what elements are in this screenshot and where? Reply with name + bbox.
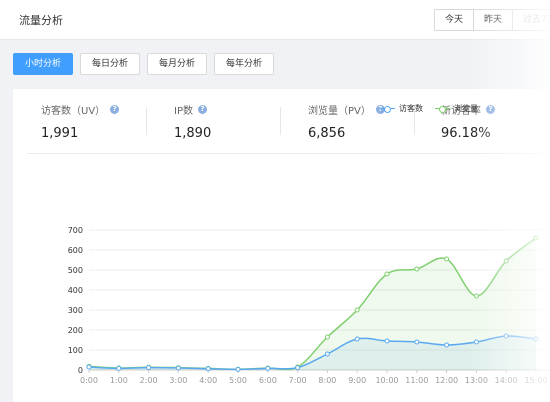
x-tick-label: 8:00 <box>318 376 336 385</box>
x-tick-label: 2:00 <box>140 376 158 385</box>
y-tick-label: 400 <box>68 286 83 295</box>
y-tick-label: 600 <box>68 246 83 255</box>
x-tick-label: 10:00 <box>375 376 398 385</box>
data-point <box>295 365 301 371</box>
x-axis-labels: 0:00 1:00 2:00 3:00 4:00 5:00 6:00 7:00 8:00 9:00… <box>80 376 548 385</box>
x-tick-label: 4:00 <box>199 376 217 385</box>
y-axis-labels: 0 100 200 300 400 500 600 700 <box>68 226 83 375</box>
x-tick-label: 9:00 <box>348 376 366 385</box>
data-point <box>473 339 479 345</box>
x-tick-label: 14:00 <box>495 376 518 385</box>
x-tick-label: 11:00 <box>405 376 428 385</box>
data-point <box>265 365 271 371</box>
y-tick-label: 700 <box>68 226 83 235</box>
data-point <box>116 365 122 371</box>
x-tick-label: 7:00 <box>289 376 307 385</box>
x-tick-label: 5:00 <box>229 376 247 385</box>
data-point <box>205 366 211 372</box>
data-point <box>473 293 479 299</box>
data-point <box>414 339 420 345</box>
data-point <box>414 266 420 272</box>
data-point <box>86 364 92 370</box>
data-point <box>444 256 450 262</box>
x-tick-label: 1:00 <box>110 376 128 385</box>
y-tick-label: 500 <box>68 266 83 275</box>
data-point <box>384 338 390 344</box>
x-tick-label: 13:00 <box>465 376 488 385</box>
data-point <box>146 365 152 371</box>
data-point <box>235 366 241 372</box>
data-point <box>354 336 360 342</box>
x-tick-label: 12:00 <box>435 376 458 385</box>
x-tick-label: 0:00 <box>80 376 98 385</box>
data-point <box>503 333 509 339</box>
data-point <box>324 334 330 340</box>
data-point <box>175 365 181 371</box>
data-point <box>533 235 539 241</box>
data-point <box>533 336 539 342</box>
y-tick-label: 300 <box>68 306 83 315</box>
y-tick-label: 100 <box>68 346 83 355</box>
data-point <box>384 271 390 277</box>
x-tick-label: 3:00 <box>169 376 187 385</box>
x-tick-label: 15:00 <box>524 376 547 385</box>
data-point <box>324 351 330 357</box>
data-point <box>503 258 509 264</box>
data-point <box>354 307 360 313</box>
y-tick-label: 200 <box>68 326 83 335</box>
data-point <box>444 342 450 348</box>
x-tick-label: 6:00 <box>259 376 277 385</box>
traffic-line-chart: 0 100 200 300 400 500 600 700 0:00 1:00 2:00 3:00 4… <box>68 226 550 385</box>
y-tick-label: 0 <box>78 366 83 375</box>
